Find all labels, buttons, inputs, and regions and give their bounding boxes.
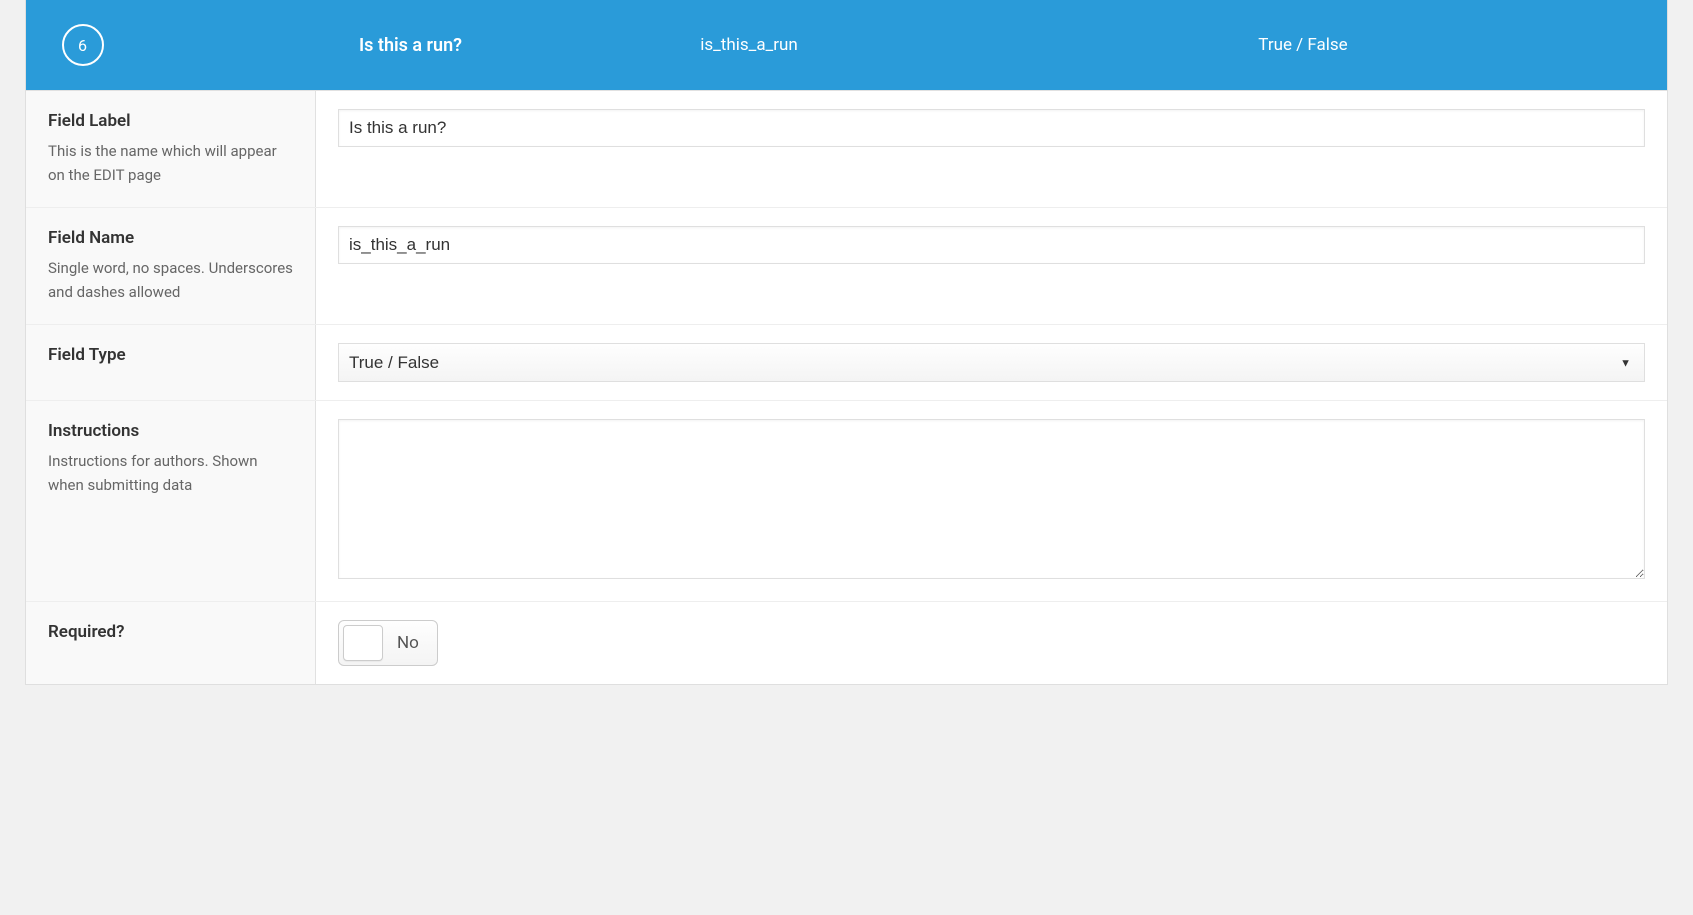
field-label-description: This is the name which will appear on th… xyxy=(48,139,293,187)
field-name-input[interactable] xyxy=(338,226,1645,264)
field-type-select-wrapper: True / False ▼ xyxy=(338,343,1645,382)
row-field-type: Field Type True / False ▼ xyxy=(26,325,1667,401)
field-type-select[interactable]: True / False xyxy=(338,343,1645,382)
field-label-input[interactable] xyxy=(338,109,1645,147)
header-name: is_this_a_run xyxy=(559,35,939,55)
toggle-label: No xyxy=(397,633,433,653)
header-type: True / False xyxy=(939,35,1667,55)
instructions-description: Instructions for authors. Shown when sub… xyxy=(48,449,293,497)
required-title: Required? xyxy=(48,622,293,642)
row-instructions: Instructions Instructions for authors. S… xyxy=(26,401,1667,602)
required-toggle[interactable]: No xyxy=(338,620,438,666)
row-required: Required? No xyxy=(26,602,1667,684)
field-editor: 6 Is this a run? is_this_a_run True / Fa… xyxy=(25,0,1668,685)
field-settings: Field Label This is the name which will … xyxy=(26,91,1667,684)
order-number: 6 xyxy=(62,24,104,66)
field-name-title: Field Name xyxy=(48,228,293,248)
row-field-label: Field Label This is the name which will … xyxy=(26,91,1667,208)
field-name-description: Single word, no spaces. Underscores and … xyxy=(48,256,293,304)
instructions-title: Instructions xyxy=(48,421,293,441)
field-header[interactable]: 6 Is this a run? is_this_a_run True / Fa… xyxy=(26,0,1667,91)
field-label-title: Field Label xyxy=(48,111,293,131)
header-label: Is this a run? xyxy=(139,35,559,56)
toggle-knob xyxy=(343,625,383,661)
field-type-title: Field Type xyxy=(48,345,293,365)
instructions-input[interactable] xyxy=(338,419,1645,579)
field-order: 6 xyxy=(50,24,115,66)
row-field-name: Field Name Single word, no spaces. Under… xyxy=(26,208,1667,325)
